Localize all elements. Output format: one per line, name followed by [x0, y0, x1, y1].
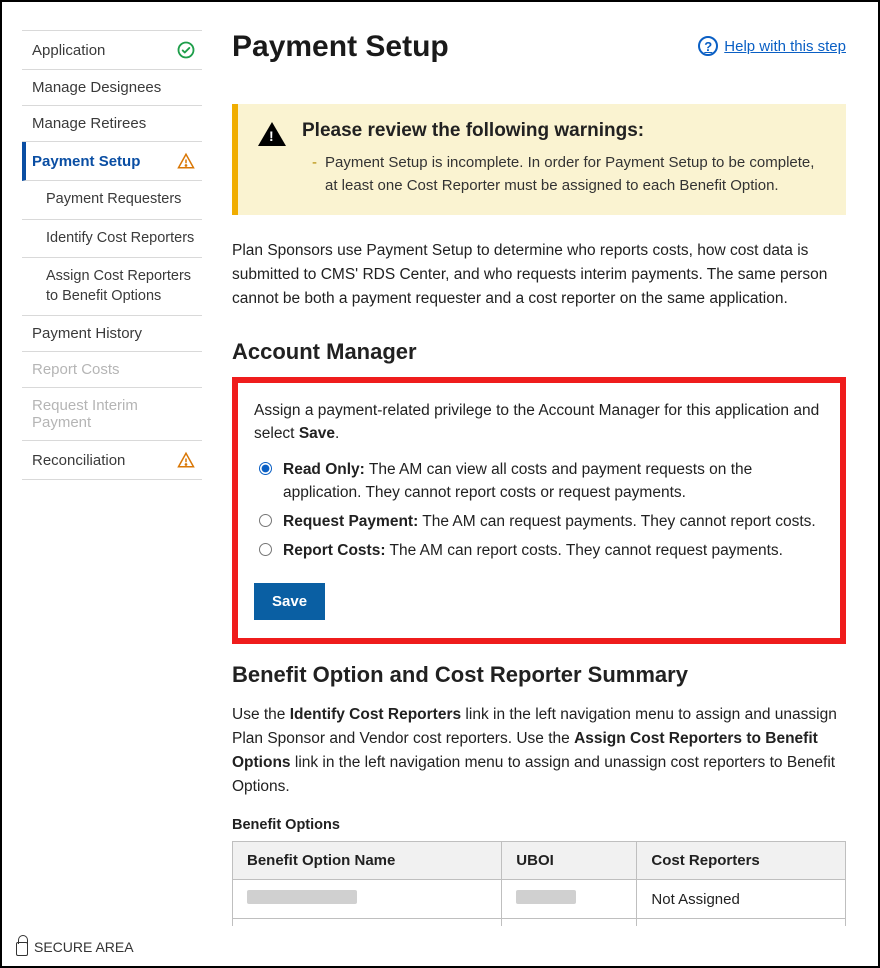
- warning-triangle-icon: [258, 122, 286, 146]
- sidebar-item-reconciliation[interactable]: Reconciliation: [22, 441, 202, 480]
- summary-p1: Use the: [232, 706, 290, 723]
- cell-uboi: [502, 919, 637, 926]
- table-header-row: Benefit Option Name UBOI Cost Reporters: [233, 842, 846, 880]
- sidebar-sub-identify-cost-reporters[interactable]: Identify Cost Reporters: [22, 220, 202, 259]
- check-circle-icon: [176, 40, 196, 60]
- warning-triangle-icon: [176, 450, 196, 470]
- option-request-payment[interactable]: Request Payment: The AM can request paym…: [254, 510, 824, 533]
- warning-banner: Please review the following warnings: - …: [232, 104, 846, 215]
- radio-report-costs[interactable]: [259, 543, 272, 556]
- cell-uboi: [502, 880, 637, 919]
- sidebar-label: Manage Retirees: [32, 115, 146, 132]
- benefit-options-table: Benefit Option Name UBOI Cost Reporters …: [232, 841, 846, 926]
- cell-reporters: Not Assigned: [637, 919, 846, 926]
- sidebar-label: Identify Cost Reporters: [46, 230, 194, 246]
- summary-b1: Identify Cost Reporters: [290, 706, 461, 723]
- sidebar-sub-payment-requesters[interactable]: Payment Requesters: [22, 181, 202, 220]
- page-header: Payment Setup ? Help with this step: [232, 30, 846, 64]
- cell-reporters: Not Assigned: [637, 880, 846, 919]
- warning-body: Please review the following warnings: - …: [302, 120, 824, 197]
- option-desc: The AM can request payments. They cannot…: [418, 513, 815, 530]
- sidebar-label: Application: [32, 42, 105, 59]
- benefit-table-caption: Benefit Options: [232, 817, 846, 833]
- dash-icon: -: [312, 152, 317, 197]
- warning-triangle-icon: [176, 151, 196, 171]
- account-manager-highlight: Assign a payment-related privilege to th…: [232, 377, 846, 644]
- table-row: Not Assigned: [233, 919, 846, 926]
- cell-name: [233, 880, 502, 919]
- warning-item: - Payment Setup is incomplete. In order …: [302, 152, 824, 197]
- option-report-costs[interactable]: Report Costs: The AM can report costs. T…: [254, 539, 824, 562]
- option-text: Request Payment: The AM can request paym…: [283, 510, 816, 533]
- sidebar-item-report-costs[interactable]: Report Costs: [22, 352, 202, 388]
- sidebar-label: Manage Designees: [32, 79, 161, 96]
- sidebar-item-manage-retirees[interactable]: Manage Retirees: [22, 106, 202, 142]
- sidebar-label: Reconciliation: [32, 452, 125, 469]
- sidebar-item-application[interactable]: Application: [22, 30, 202, 70]
- option-read-only[interactable]: Read Only: The AM can view all costs and…: [254, 458, 824, 505]
- sidebar-sub-assign-cost-reporters[interactable]: Assign Cost Reporters to Benefit Options: [22, 258, 202, 316]
- am-instruction-suffix: .: [335, 425, 339, 442]
- sidebar-label: Payment Requesters: [46, 191, 181, 207]
- app-frame: Application Manage Designees Manage Reti…: [0, 0, 880, 968]
- col-uboi: UBOI: [502, 842, 637, 880]
- summary-heading: Benefit Option and Cost Reporter Summary: [232, 662, 846, 688]
- am-instruction: Assign a payment-related privilege to th…: [254, 399, 824, 446]
- sidebar-label: Request Interim Payment: [32, 397, 196, 431]
- account-manager-heading: Account Manager: [232, 339, 846, 365]
- help-link[interactable]: ? Help with this step: [698, 36, 846, 56]
- radio-request-payment[interactable]: [259, 514, 272, 527]
- sidebar-nav: Application Manage Designees Manage Reti…: [22, 30, 202, 926]
- option-label: Report Costs:: [283, 542, 385, 559]
- secure-area-footer: SECURE AREA: [16, 938, 134, 956]
- cell-name: [233, 919, 502, 926]
- redacted-text: [516, 890, 576, 904]
- sidebar-label: Payment Setup: [32, 153, 140, 170]
- summary-p3: link in the left navigation menu to assi…: [232, 754, 835, 795]
- radio-read-only[interactable]: [259, 462, 272, 475]
- warning-heading: Please review the following warnings:: [302, 120, 824, 142]
- intro-paragraph: Plan Sponsors use Payment Setup to deter…: [232, 239, 846, 311]
- summary-paragraph: Use the Identify Cost Reporters link in …: [232, 703, 846, 799]
- option-label: Request Payment:: [283, 513, 418, 530]
- sidebar-item-request-interim-payment[interactable]: Request Interim Payment: [22, 388, 202, 441]
- sidebar-label: Payment History: [32, 325, 142, 342]
- save-button[interactable]: Save: [254, 583, 325, 620]
- sidebar-label: Report Costs: [32, 361, 120, 378]
- question-circle-icon: ?: [698, 36, 718, 56]
- sidebar-item-payment-history[interactable]: Payment History: [22, 316, 202, 352]
- warning-text: Payment Setup is incomplete. In order fo…: [325, 152, 824, 197]
- sidebar-item-manage-designees[interactable]: Manage Designees: [22, 70, 202, 106]
- option-desc: The AM can report costs. They cannot req…: [385, 542, 782, 559]
- content-wrap: Application Manage Designees Manage Reti…: [2, 2, 878, 926]
- help-link-label: Help with this step: [724, 38, 846, 55]
- option-text: Read Only: The AM can view all costs and…: [283, 458, 824, 505]
- redacted-text: [247, 890, 357, 904]
- secure-area-label: SECURE AREA: [34, 939, 134, 955]
- col-benefit-option-name: Benefit Option Name: [233, 842, 502, 880]
- table-row: Not Assigned: [233, 880, 846, 919]
- lock-icon: [16, 942, 28, 956]
- col-cost-reporters: Cost Reporters: [637, 842, 846, 880]
- option-text: Report Costs: The AM can report costs. T…: [283, 539, 783, 562]
- option-label: Read Only:: [283, 461, 365, 478]
- page-title: Payment Setup: [232, 30, 449, 64]
- main-content: Payment Setup ? Help with this step Plea…: [232, 30, 846, 926]
- sidebar-item-payment-setup[interactable]: Payment Setup: [22, 142, 202, 181]
- sidebar-label: Assign Cost Reporters to Benefit Options: [46, 268, 191, 304]
- am-instruction-bold: Save: [299, 425, 335, 442]
